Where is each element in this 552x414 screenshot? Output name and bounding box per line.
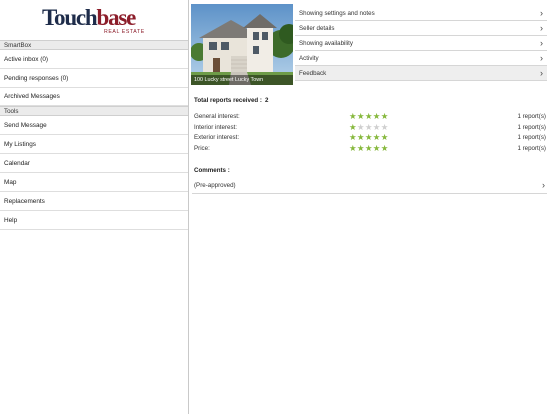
menu-item-seller-details[interactable]: Seller details › [295, 21, 547, 36]
menu-item-label: Showing settings and notes [299, 10, 375, 17]
sidebar-item-active-inbox[interactable]: Active inbox (0) [0, 50, 188, 69]
report-count: 1 report(s) [517, 113, 546, 120]
rating-row-price: Price: ★★★★★ 1 report(s) [194, 143, 546, 155]
report-count: 1 report(s) [517, 144, 546, 152]
star-icon: ★ [356, 121, 365, 132]
sidebar-item-pending-responses[interactable]: Pending responses (0) [0, 69, 188, 88]
ratings-list: General interest: ★★★★★ 1 report(s) Inte… [194, 111, 546, 155]
total-reports-count: 2 [264, 97, 269, 104]
star-icon: ★ [364, 132, 373, 142]
menu-item-showing-availability[interactable]: Showing availability › [295, 36, 547, 51]
sidebar-item-help[interactable]: Help [0, 211, 188, 230]
chevron-right-icon: › [540, 53, 543, 63]
sidebar-item-calendar[interactable]: Calendar [0, 154, 188, 173]
star-rating: ★★★★★ [349, 111, 389, 121]
star-icon: ★ [356, 111, 365, 121]
sidebar: Touchbase REAL ESTATE SmartBox Active in… [0, 0, 189, 414]
sidebar-item-send-message[interactable]: Send Message [0, 116, 188, 135]
menu-item-label: Seller details [299, 25, 335, 32]
menu-item-label: Feedback [299, 70, 327, 77]
logo-base: base [96, 5, 137, 30]
star-rating: ★★★★★ [349, 122, 389, 132]
menu-item-showing-settings[interactable]: Showing settings and notes › [295, 6, 547, 21]
sidebar-item-replacements[interactable]: Replacements [0, 192, 188, 211]
rating-label: Price: [194, 144, 210, 152]
chevron-right-icon: › [540, 8, 543, 18]
listing-menu: Showing settings and notes › Seller deta… [295, 6, 547, 81]
star-icon: ★ [372, 132, 381, 142]
house-photo [191, 4, 293, 85]
star-icon: ★ [349, 111, 357, 121]
star-icon: ★ [356, 142, 365, 153]
star-icon: ★ [349, 132, 357, 142]
star-icon: ★ [364, 111, 373, 121]
star-icon: ★ [380, 111, 389, 121]
comment-item[interactable]: (Pre-approved) › [192, 177, 547, 194]
sidebar-item-my-listings[interactable]: My Listings [0, 135, 188, 154]
star-icon: ★ [356, 132, 365, 142]
chevron-right-icon: › [542, 180, 545, 190]
section-header-tools: Tools [0, 106, 188, 116]
star-icon: ★ [380, 142, 389, 153]
menu-item-label: Showing availability [299, 40, 353, 47]
listing-photo[interactable]: 100 Lucky street Lucky Town [191, 4, 293, 85]
menu-item-label: Activity [299, 55, 319, 62]
comment-text: (Pre-approved) [194, 182, 236, 189]
sidebar-item-map[interactable]: Map [0, 173, 188, 192]
chevron-right-icon: › [540, 23, 543, 33]
comments-title: Comments : [194, 167, 230, 174]
sidebar-item-archived-messages[interactable]: Archived Messages [0, 88, 188, 106]
section-header-smartbox: SmartBox [0, 40, 188, 50]
chevron-right-icon: › [540, 68, 543, 78]
report-count: 1 report(s) [517, 134, 546, 141]
star-rating: ★★★★★ [349, 132, 389, 142]
star-rating: ★★★★★ [349, 143, 389, 153]
menu-item-feedback[interactable]: Feedback › [295, 66, 547, 81]
report-count: 1 report(s) [517, 123, 546, 131]
star-icon: ★ [372, 111, 381, 121]
star-icon: ★ [349, 121, 357, 132]
star-icon: ★ [380, 132, 389, 142]
menu-item-activity[interactable]: Activity › [295, 51, 547, 66]
main-panel: 100 Lucky street Lucky Town Showing sett… [189, 0, 552, 414]
star-icon: ★ [349, 142, 357, 153]
chevron-right-icon: › [540, 38, 543, 48]
star-icon: ★ [372, 142, 381, 153]
star-icon: ★ [372, 121, 381, 132]
star-icon: ★ [364, 121, 373, 132]
logo-touch: Touch [42, 5, 98, 30]
star-icon: ★ [364, 142, 373, 153]
photo-caption: 100 Lucky street Lucky Town [191, 75, 293, 85]
logo-area: Touchbase REAL ESTATE [0, 0, 188, 40]
rating-label: Interior interest: [194, 123, 237, 131]
total-reports-label: Total reports received : [194, 97, 262, 104]
rating-label: General interest: [194, 113, 240, 120]
total-reports: Total reports received :2 [194, 97, 268, 104]
star-icon: ★ [380, 121, 389, 132]
app-logo: Touchbase [42, 5, 137, 30]
rating-label: Exterior interest: [194, 134, 240, 141]
logo-subtitle: REAL ESTATE [104, 29, 145, 35]
